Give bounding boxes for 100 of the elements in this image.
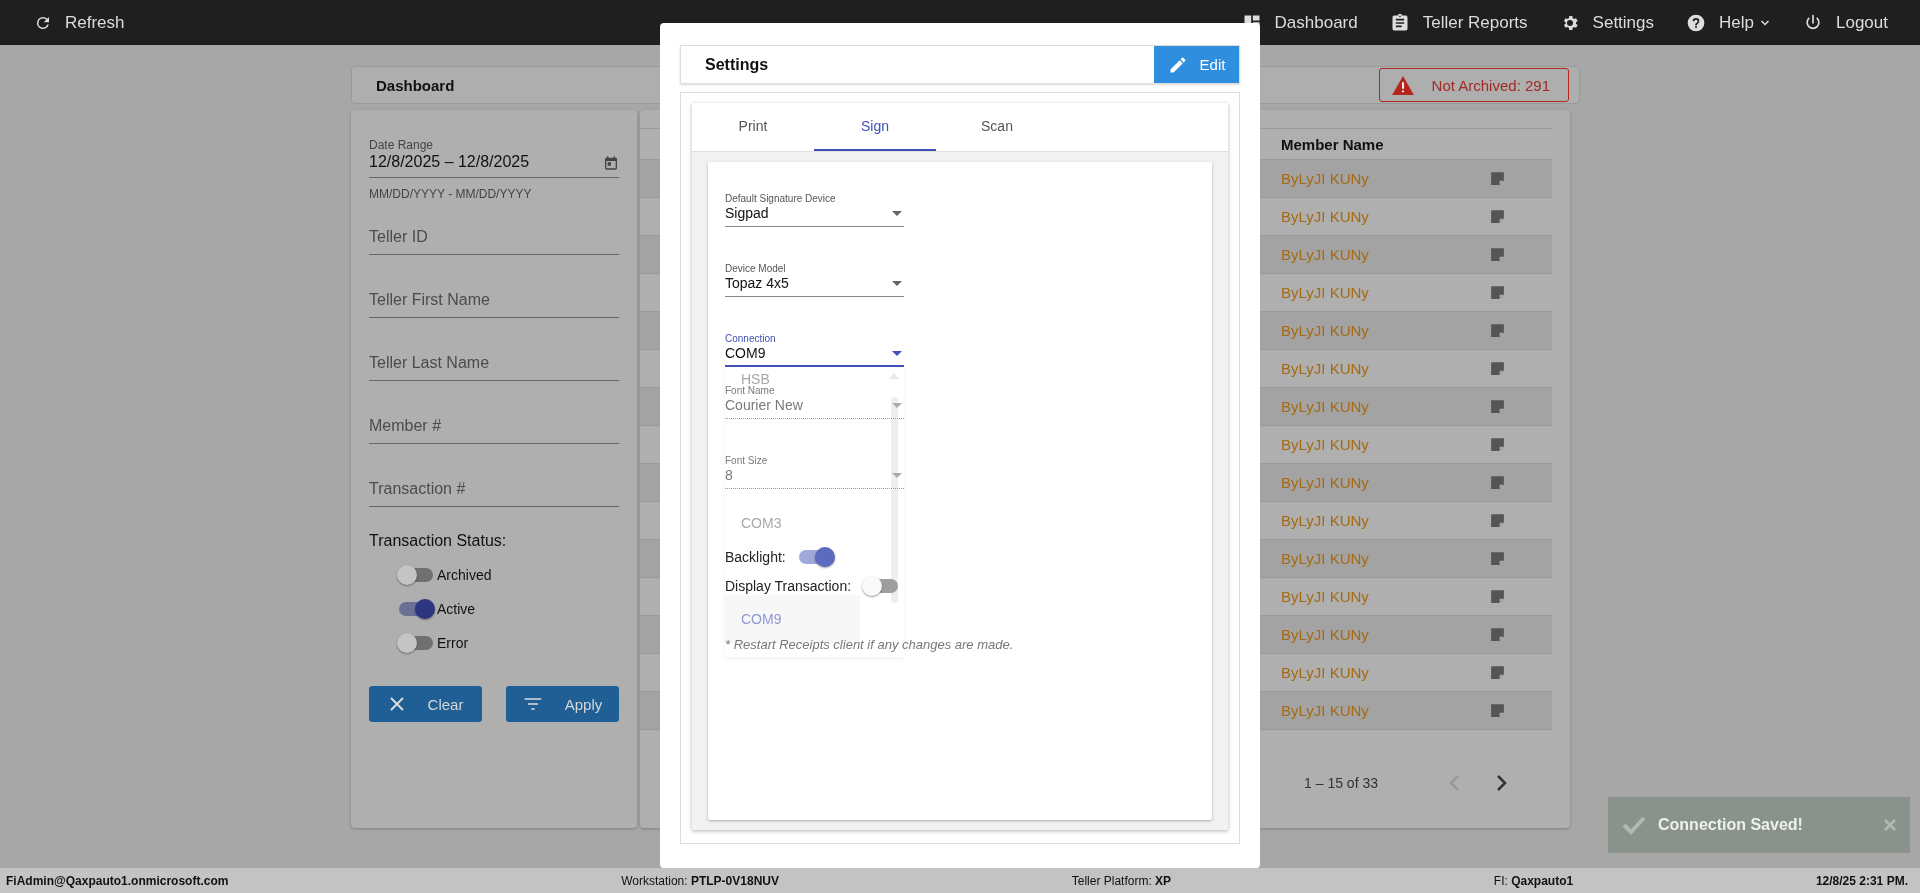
filter-icon	[522, 695, 543, 713]
field-value: COM9	[725, 345, 767, 361]
note-icon[interactable]	[1489, 436, 1506, 453]
note-icon[interactable]	[1489, 246, 1506, 263]
note-icon[interactable]	[1489, 550, 1506, 567]
field-label: Device Model	[725, 263, 787, 274]
nav-link[interactable]: Teller Reports	[1389, 12, 1528, 33]
toggle-label: Active	[437, 601, 476, 617]
field-value: Courier New	[725, 397, 803, 413]
alert-text: Not Archived: 291	[1431, 76, 1550, 94]
field-label: Connection	[725, 333, 776, 344]
note-icon[interactable]	[1489, 702, 1506, 719]
note-icon[interactable]	[1489, 360, 1506, 377]
note-icon[interactable]	[1489, 512, 1506, 529]
field-label: Default Signature Device	[725, 193, 836, 204]
toggle-label: Archived	[437, 567, 492, 583]
dropdown-option[interactable]: COM3	[741, 515, 782, 531]
member-name-link[interactable]: ByLyJI KUNy	[1281, 246, 1489, 263]
member-name-link[interactable]: ByLyJI KUNy	[1281, 170, 1489, 187]
note-icon[interactable]	[1489, 588, 1506, 605]
help-icon	[1686, 12, 1707, 33]
dropdown-arrow-icon	[892, 473, 902, 478]
toggle-label: Error	[437, 635, 469, 651]
status-text: Teller Platform: XP	[1071, 873, 1172, 888]
field-label: Date Range	[369, 138, 435, 152]
dropdown-arrow-icon	[892, 281, 902, 286]
field-label: Font Size	[725, 455, 768, 466]
member-name-link[interactable]: ByLyJI KUNy	[1281, 398, 1489, 415]
dropdown-arrow-icon	[892, 351, 902, 356]
status-text: 12/8/25 2:31 PM.	[1815, 873, 1908, 888]
nav-link[interactable]: Logout	[1803, 12, 1888, 33]
tab[interactable]: Print	[692, 103, 814, 151]
dropdown-option[interactable]: HSB	[741, 371, 770, 387]
note-icon[interactable]	[1489, 284, 1506, 301]
dropdown-arrow-icon	[892, 211, 902, 216]
field-value: Sigpad	[725, 205, 770, 221]
date-format-hint: MM/DD/YYYY - MM/DD/YYYY	[369, 187, 533, 201]
scrollbar[interactable]	[891, 397, 898, 603]
input-field[interactable]: Teller First Name	[369, 291, 619, 318]
calendar-icon	[603, 155, 619, 171]
status-text: Workstation: PTLP-0V18NUV	[621, 873, 779, 888]
field-value: 8	[725, 467, 734, 483]
clear-button[interactable]: Clear	[369, 686, 482, 722]
nav-link[interactable]: Settings	[1559, 12, 1655, 33]
member-name-link[interactable]: ByLyJI KUNy	[1281, 550, 1489, 567]
toggle-label: Display Transaction:	[725, 577, 852, 594]
member-name-link[interactable]: ByLyJI KUNy	[1281, 436, 1489, 453]
member-name-link[interactable]: ByLyJI KUNy	[1281, 474, 1489, 491]
date-range-field[interactable]: Date Range 12/8/2025 – 12/8/2025	[369, 138, 619, 178]
chevron-right-icon	[1496, 774, 1508, 792]
tab[interactable]: Scan	[936, 103, 1058, 151]
note-icon[interactable]	[1489, 398, 1506, 415]
field-value: 12/8/2025 – 12/8/2025	[369, 153, 530, 171]
apply-button[interactable]: Apply	[506, 686, 619, 722]
member-name-link[interactable]: ByLyJI KUNy	[1281, 512, 1489, 529]
close-icon	[387, 695, 406, 713]
input-field[interactable]: Teller Last Name	[369, 354, 619, 381]
toggle-switch[interactable]	[399, 602, 433, 616]
note-icon[interactable]	[1489, 208, 1506, 225]
select-field[interactable]: Device Model Topaz 4x5	[725, 263, 904, 297]
field-label: Font Name	[725, 385, 776, 396]
warning-icon	[1391, 75, 1414, 95]
note-icon[interactable]	[1489, 626, 1506, 643]
nav-link[interactable]: Help	[1686, 12, 1771, 33]
note-icon[interactable]	[1489, 474, 1506, 491]
member-name-link[interactable]: ByLyJI KUNy	[1281, 626, 1489, 643]
note-icon[interactable]	[1489, 322, 1506, 339]
dropdown-arrow-icon	[892, 403, 902, 408]
column-header: Member Name	[1281, 135, 1385, 153]
select-field[interactable]: Default Signature Device Sigpad	[725, 193, 904, 227]
tab[interactable]: Sign	[814, 103, 936, 151]
toggle-switch[interactable]	[399, 636, 433, 650]
member-name-link[interactable]: ByLyJI KUNy	[1281, 322, 1489, 339]
member-name-link[interactable]: ByLyJI KUNy	[1281, 702, 1489, 719]
edit-button[interactable]: Edit	[1154, 46, 1239, 83]
toggle-label: Backlight:	[725, 548, 786, 565]
restart-note: * Restart Receipts client if any changes are made.	[725, 637, 1015, 652]
toast-message: Connection Saved!	[1658, 816, 1804, 834]
note-icon[interactable]	[1489, 664, 1506, 681]
member-name-link[interactable]: ByLyJI KUNy	[1281, 284, 1489, 301]
dashboard-title: Dashboard	[376, 76, 455, 94]
refresh-button[interactable]: Refresh	[34, 12, 125, 33]
input-field[interactable]: Member #	[369, 417, 619, 444]
check-icon	[1622, 815, 1646, 835]
note-icon[interactable]	[1489, 170, 1506, 187]
status-label: Transaction Status:	[369, 532, 508, 550]
close-icon	[1884, 819, 1896, 831]
status-text: FI: Qaxpauto1	[1493, 873, 1574, 888]
field-value: Topaz 4x5	[725, 275, 789, 291]
input-field[interactable]: Transaction #	[369, 480, 619, 507]
not-archived-alert[interactable]: Not Archived: 291	[1378, 68, 1569, 102]
member-name-link[interactable]: ByLyJI KUNy	[1281, 208, 1489, 225]
member-name-link[interactable]: ByLyJI KUNy	[1281, 360, 1489, 377]
dialog-title: Settings	[705, 55, 769, 74]
input-field[interactable]: Teller ID	[369, 228, 619, 255]
member-name-link[interactable]: ByLyJI KUNy	[1281, 588, 1489, 605]
page-range: 1 – 15 of 33	[1304, 775, 1378, 791]
member-name-link[interactable]: ByLyJI KUNy	[1281, 664, 1489, 681]
dropdown-option[interactable]: COM9	[741, 611, 782, 627]
toggle-switch[interactable]	[399, 568, 433, 582]
